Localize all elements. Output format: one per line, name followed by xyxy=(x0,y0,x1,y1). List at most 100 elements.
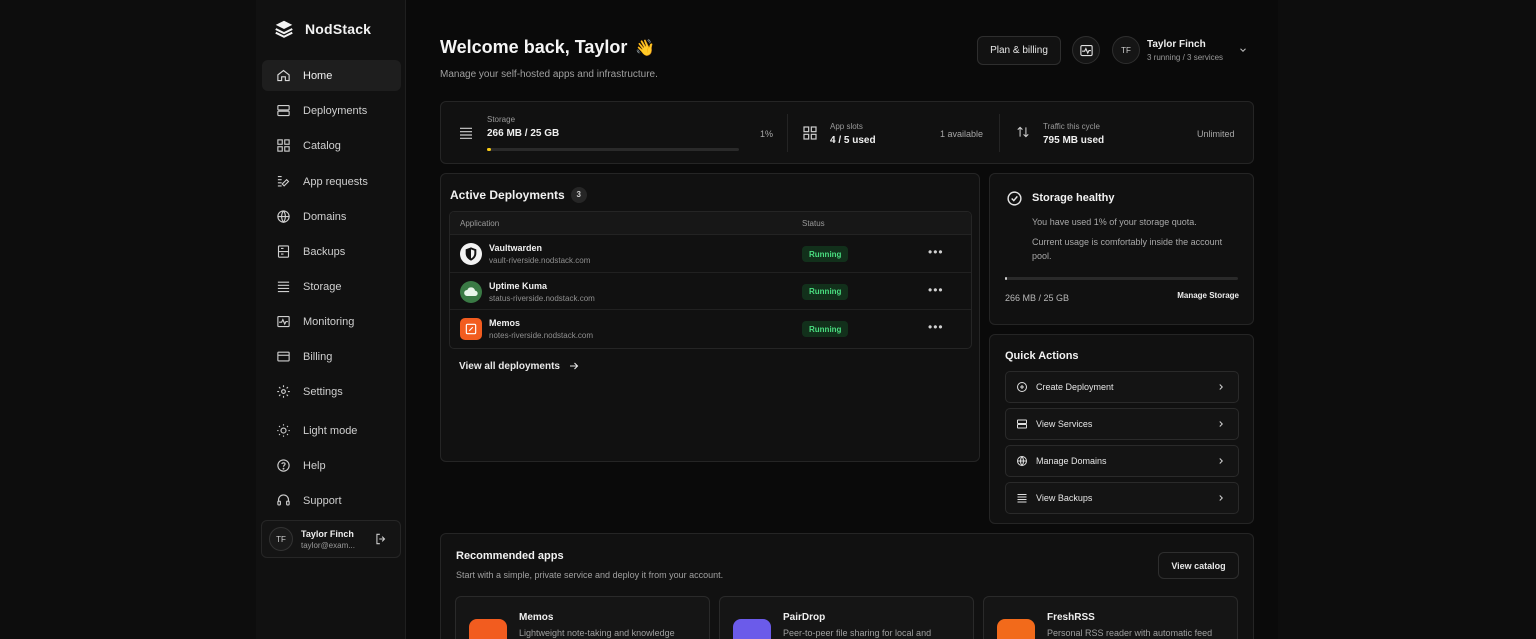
wave-emoji: 👋 xyxy=(635,39,656,57)
sidebar-item-storage[interactable]: Storage xyxy=(262,271,401,302)
row-menu-button[interactable]: ••• xyxy=(928,245,944,259)
active-deployments-card: Active Deployments 3 Application Status V… xyxy=(440,173,980,462)
qa-label: Manage Domains xyxy=(1036,456,1107,466)
chevron-right-icon xyxy=(1219,458,1223,464)
support-icon xyxy=(277,494,290,506)
note-icon xyxy=(469,619,507,639)
status-badge: Running xyxy=(802,283,849,300)
app-url[interactable]: status-riverside.nodstack.com xyxy=(489,294,595,303)
header-avatar[interactable]: TF xyxy=(1112,36,1140,64)
help-icon xyxy=(277,459,290,472)
view-all-deployments-link[interactable]: View all deployments xyxy=(459,360,580,372)
sidebar-item-label: Domains xyxy=(303,210,347,223)
activity-button[interactable] xyxy=(1072,36,1100,64)
plan-billing-button[interactable]: Plan & billing xyxy=(977,36,1061,65)
table-row[interactable]: Vaultwarden vault-riverside.nodstack.com… xyxy=(450,235,971,273)
view-services-button[interactable]: View Services xyxy=(1005,408,1239,440)
manage-storage-link[interactable]: Manage Storage xyxy=(1177,291,1239,300)
header-user-summary: 3 running / 3 services xyxy=(1147,53,1224,62)
grid-icon xyxy=(277,139,290,152)
header-user-name[interactable]: Taylor Finch xyxy=(1147,39,1206,50)
quick-actions-card: Quick Actions Create Deployment View Ser… xyxy=(989,334,1254,524)
plus-circle-icon xyxy=(1017,382,1027,392)
globe-icon xyxy=(1017,456,1027,467)
globe-icon xyxy=(277,210,290,224)
sidebar-item-label: Catalog xyxy=(303,139,341,152)
sidebar-item-domains[interactable]: Domains xyxy=(262,201,401,232)
recommended-app-card[interactable]: Memos Lightweight note-taking and knowle… xyxy=(455,596,710,639)
app-name[interactable]: Vaultwarden xyxy=(489,243,542,253)
storage-label: Storage xyxy=(487,115,516,124)
storage-percent: 1% xyxy=(760,129,774,139)
server-icon xyxy=(277,104,290,117)
row-menu-button[interactable]: ••• xyxy=(928,283,944,297)
check-circle-icon xyxy=(1007,191,1022,206)
sidebar-item-settings[interactable]: Settings xyxy=(262,376,401,407)
row-menu-button[interactable]: ••• xyxy=(928,320,944,334)
storage-icon xyxy=(460,127,472,139)
sidebar-item-billing[interactable]: Billing xyxy=(262,341,401,372)
sidebar-item-app-requests[interactable]: App requests xyxy=(262,166,401,197)
logo-icon xyxy=(275,20,293,38)
view-backups-button[interactable]: View Backups xyxy=(1005,482,1239,514)
create-deployment-button[interactable]: Create Deployment xyxy=(1005,371,1239,403)
list-icon xyxy=(1017,494,1027,503)
request-icon xyxy=(277,175,290,187)
share-icon xyxy=(733,619,771,639)
main-content: Welcome back, Taylor 👋 Manage your self-… xyxy=(406,0,1278,639)
view-all-label: View all deployments xyxy=(459,360,560,372)
recommended-subtitle: Start with a simple, private service and… xyxy=(456,570,724,580)
storage-health-line2: Current usage is comfortably inside the … xyxy=(1032,237,1223,261)
slots-value: 4 / 5 used xyxy=(830,135,876,146)
storage-value: 266 MB / 25 GB xyxy=(487,128,560,139)
sidebar-item-deployments[interactable]: Deployments xyxy=(262,95,401,126)
quick-actions-title: Quick Actions xyxy=(1005,350,1079,362)
logout-icon[interactable] xyxy=(374,532,388,546)
slots-label: App slots xyxy=(830,122,863,131)
app-url[interactable]: vault-riverside.nodstack.com xyxy=(489,256,590,265)
sidebar-item-help[interactable]: Help xyxy=(262,450,401,481)
avatar: TF xyxy=(269,527,293,551)
slots-available: 1 available xyxy=(940,129,984,139)
recommended-app-card[interactable]: PairDrop Peer-to-peer file sharing for l… xyxy=(719,596,974,639)
sidebar-item-monitoring[interactable]: Monitoring xyxy=(262,306,401,337)
card-icon xyxy=(277,351,290,362)
table-row[interactable]: Uptime Kuma status-riverside.nodstack.co… xyxy=(450,273,971,310)
grid-icon xyxy=(803,126,817,140)
chevron-right-icon xyxy=(1219,495,1223,501)
status-badge: Running xyxy=(802,246,849,262)
light-mode-toggle[interactable]: Light mode xyxy=(262,415,401,446)
manage-domains-button[interactable]: Manage Domains xyxy=(1005,445,1239,477)
brand[interactable]: NodStack xyxy=(273,18,371,40)
sidebar-item-label: Support xyxy=(303,494,342,507)
sidebar-user-card[interactable]: TF Taylor Finch taylor@exam... xyxy=(261,520,401,558)
sidebar: NodStack Home Deployments Catalog App re… xyxy=(256,0,406,639)
sidebar-item-backups[interactable]: Backups xyxy=(262,236,401,267)
column-header-application: Application xyxy=(460,218,500,228)
sidebar-item-support[interactable]: Support xyxy=(262,485,401,516)
backup-icon xyxy=(277,245,290,258)
storage-health-line1: You have used 1% of your storage quota. xyxy=(1032,217,1197,227)
qa-label: Create Deployment xyxy=(1036,382,1114,392)
rec-app-desc: Personal RSS reader with automatic feed xyxy=(1047,628,1213,638)
column-header-status: Status xyxy=(802,218,825,228)
page-title: Welcome back, Taylor 👋 xyxy=(440,37,655,58)
traffic-label: Traffic this cycle xyxy=(1043,122,1100,131)
sidebar-item-label: Deployments xyxy=(303,104,368,117)
sidebar-item-catalog[interactable]: Catalog xyxy=(262,130,401,161)
user-name: Taylor Finch xyxy=(301,528,354,539)
chevron-down-icon[interactable] xyxy=(1238,45,1248,55)
deployments-title: Active Deployments xyxy=(450,188,565,202)
shield-icon xyxy=(460,243,482,265)
sidebar-item-label: Settings xyxy=(303,385,343,398)
storage-health-title: Storage healthy xyxy=(1032,192,1115,204)
app-name[interactable]: Uptime Kuma xyxy=(489,281,547,291)
table-row[interactable]: Memos notes-riverside.nodstack.com Runni… xyxy=(450,310,971,348)
deployments-table: Application Status Vaultwarden vault-riv… xyxy=(449,211,972,349)
deployments-count-badge: 3 xyxy=(570,186,587,203)
sidebar-item-home[interactable]: Home xyxy=(262,60,401,91)
view-catalog-button[interactable]: View catalog xyxy=(1158,552,1239,579)
recommended-app-card[interactable]: FreshRSS Personal RSS reader with automa… xyxy=(983,596,1238,639)
app-url[interactable]: notes-riverside.nodstack.com xyxy=(489,331,593,340)
app-name[interactable]: Memos xyxy=(489,318,520,328)
